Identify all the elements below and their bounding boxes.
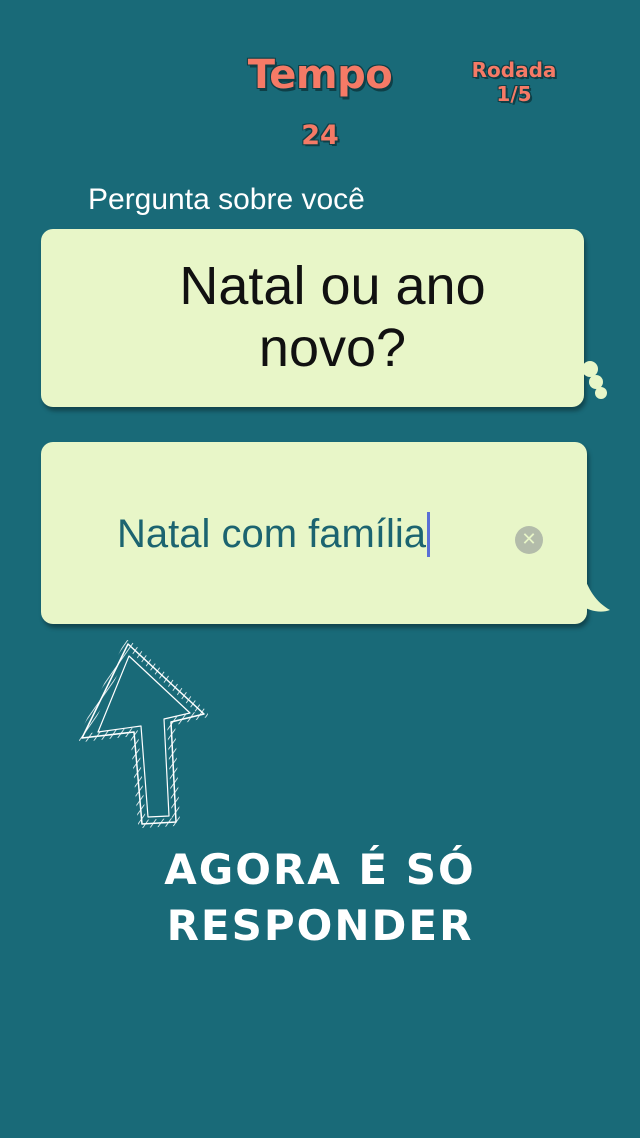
- clear-icon[interactable]: ✕: [515, 526, 543, 554]
- hint-line-2: RESPONDER: [166, 901, 474, 950]
- timer-value: 24: [301, 120, 339, 151]
- answer-text: Natal com família: [117, 512, 426, 556]
- question-label: Pergunta sobre você: [88, 183, 365, 216]
- timer-title: Tempo: [247, 52, 393, 98]
- question-text: Natal ou ano novo?: [179, 256, 486, 378]
- question-bubble: Natal ou ano novo?: [41, 229, 584, 407]
- round-label: Rodada: [471, 58, 557, 82]
- hint-line-1: AGORA É SÓ: [164, 845, 476, 894]
- answer-bubble-tail: [582, 570, 610, 612]
- answer-bubble[interactable]: Natal com família ✕: [41, 442, 587, 624]
- question-bubble-tail: [582, 361, 607, 399]
- round-counter: Rodada 1/5: [452, 58, 576, 106]
- text-caret: [426, 512, 430, 558]
- arrow-up-icon: [78, 640, 208, 828]
- round-value: 1/5: [496, 82, 532, 106]
- answer-input[interactable]: Natal com família: [117, 512, 447, 568]
- hint-text: AGORA É SÓ RESPONDER: [120, 842, 520, 954]
